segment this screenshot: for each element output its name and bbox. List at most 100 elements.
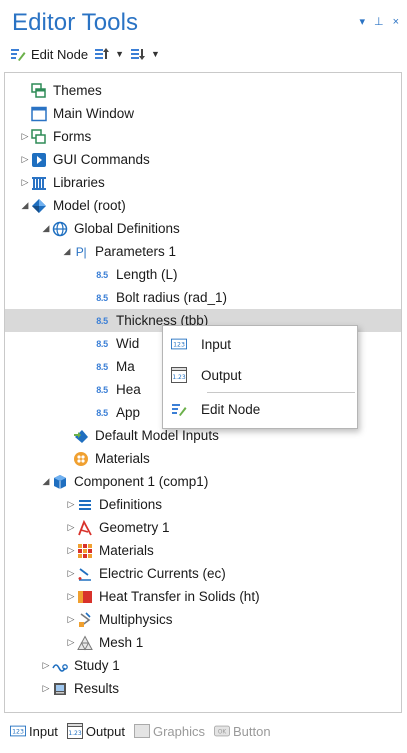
graphics-label: Graphics <box>152 723 205 739</box>
tree-item-parameters[interactable]: ◢ P| Parameters 1 <box>5 240 401 263</box>
expand-icon[interactable]: ▷ <box>65 637 77 648</box>
context-menu-input[interactable]: 123 Input <box>163 330 357 358</box>
move-down-button[interactable]: ▼ <box>130 46 160 62</box>
tree-item-label: Main Window <box>53 106 135 121</box>
expand-icon[interactable]: ▷ <box>40 660 52 671</box>
tree-item-label: Ma <box>116 359 135 374</box>
move-up-button[interactable]: ▼ <box>94 46 124 62</box>
context-menu-label: Input <box>201 336 232 352</box>
tree-item-libraries[interactable]: ▷ Libraries <box>5 171 401 194</box>
bottom-bar: 123 Input 1.23 Output Graphics OK Button <box>10 723 276 739</box>
tree-item-heat-transfer[interactable]: ▷ Heat Transfer in Solids (ht) <box>5 585 401 608</box>
output-field-icon: 1.23 <box>66 723 83 739</box>
output-field-icon: 1.23 <box>171 367 187 383</box>
expand-icon[interactable]: ▷ <box>65 522 77 533</box>
graphics-button[interactable]: Graphics <box>133 723 205 739</box>
tree-item-label: Mesh 1 <box>99 635 144 650</box>
expand-icon[interactable]: ▷ <box>65 614 77 625</box>
parameter-icon: 8.5 <box>96 384 108 395</box>
tree-item-label: Electric Currents (ec) <box>99 566 226 581</box>
input-button[interactable]: 123 Input <box>10 723 58 739</box>
tree-item-definitions[interactable]: ▷ Definitions <box>5 493 401 516</box>
tree-item-label: Results <box>74 681 120 696</box>
parameter-icon: 8.5 <box>96 407 108 418</box>
collapse-icon[interactable]: ◢ <box>40 223 52 234</box>
collapse-icon[interactable]: ◢ <box>19 200 31 211</box>
libraries-icon <box>31 175 47 191</box>
tree-item-label: Forms <box>53 129 92 144</box>
button-button[interactable]: OK Button <box>213 723 271 739</box>
parameter-icon: 8.5 <box>96 269 108 280</box>
window-controls: ▾ ⊥ × <box>359 16 399 28</box>
input-label: Input <box>29 723 58 739</box>
output-button[interactable]: 1.23 Output <box>66 723 125 739</box>
context-menu-label: Output <box>201 367 242 383</box>
tree-item-param-length[interactable]: 8.5 Length (L) <box>5 263 401 286</box>
chevron-down-icon[interactable]: ▼ <box>151 49 160 59</box>
panel-title: Editor Tools <box>12 9 139 36</box>
forms-icon <box>31 128 47 145</box>
expand-icon[interactable]: ▷ <box>19 177 31 188</box>
collapse-icon[interactable]: ◢ <box>61 246 73 257</box>
tree-item-materials[interactable]: ▷ Materials <box>5 539 401 562</box>
edit-node-icon <box>10 46 26 62</box>
tree-item-label: Libraries <box>53 175 105 190</box>
window-icon <box>31 106 47 122</box>
expand-icon[interactable]: ▷ <box>19 154 31 165</box>
tree-item-gui-commands[interactable]: ▷ GUI Commands <box>5 148 401 171</box>
tree-item-forms[interactable]: ▷ Forms <box>5 125 401 148</box>
parameter-icon: 8.5 <box>96 361 108 372</box>
tree-item-themes[interactable]: Themes <box>5 79 401 102</box>
collapse-icon[interactable]: ◢ <box>40 476 52 487</box>
tree-item-multiphysics[interactable]: ▷ Multiphysics <box>5 608 401 631</box>
tree-item-global-definitions[interactable]: ◢ Global Definitions <box>5 217 401 240</box>
dropdown-icon[interactable]: ▾ <box>359 16 365 28</box>
materials-grid-icon <box>77 543 93 559</box>
pin-icon[interactable]: ⊥ <box>374 16 384 28</box>
tree-item-geometry[interactable]: ▷ Geometry 1 <box>5 516 401 539</box>
svg-text:OK: OK <box>218 730 227 736</box>
tree-item-label: Bolt radius (rad_1) <box>116 290 228 305</box>
default-inputs-icon <box>73 428 89 444</box>
tree-item-results[interactable]: ▷ Results <box>5 677 401 700</box>
expand-icon[interactable]: ▷ <box>65 545 77 556</box>
tree-item-global-materials[interactable]: Materials <box>5 447 401 470</box>
expand-icon[interactable]: ▷ <box>19 131 31 142</box>
context-menu-edit-node[interactable]: Edit Node <box>163 395 357 423</box>
expand-icon[interactable]: ▷ <box>65 568 77 579</box>
chevron-down-icon[interactable]: ▼ <box>115 49 124 59</box>
tree-item-model-root[interactable]: ◢ Model (root) <box>5 194 401 217</box>
component-icon <box>52 474 68 490</box>
context-menu: 123 Input 1.23 Output Edit Node <box>162 325 358 429</box>
expand-icon[interactable]: ▷ <box>65 499 77 510</box>
context-menu-output[interactable]: 1.23 Output <box>163 361 357 389</box>
tree-item-component[interactable]: ◢ Component 1 (comp1) <box>5 470 401 493</box>
tree-item-label: Definitions <box>99 497 163 512</box>
tree-item-label: Materials <box>95 451 150 466</box>
close-icon[interactable]: × <box>393 16 399 28</box>
tree-item-label: Hea <box>116 382 141 397</box>
edit-node-label: Edit Node <box>31 46 89 62</box>
output-label: Output <box>85 723 125 739</box>
tree-item-study[interactable]: ▷ Study 1 <box>5 654 401 677</box>
tree-item-param-bolt-radius[interactable]: 8.5 Bolt radius (rad_1) <box>5 286 401 309</box>
move-up-icon <box>94 46 110 62</box>
tree-item-main-window[interactable]: Main Window <box>5 102 401 125</box>
themes-icon <box>31 82 47 99</box>
toolbar: Edit Node ▼ ▼ <box>10 46 160 62</box>
tree-item-label: Multiphysics <box>99 612 173 627</box>
tree-item-label: Model (root) <box>53 198 126 213</box>
tree-item-label: Wid <box>116 336 140 351</box>
graphics-icon <box>133 723 150 739</box>
input-field-icon: 123 <box>10 723 26 739</box>
expand-icon[interactable]: ▷ <box>65 591 77 602</box>
edit-node-button[interactable]: Edit Node <box>10 46 88 62</box>
context-menu-label: Edit Node <box>201 401 261 417</box>
tree-item-label: Themes <box>53 83 102 98</box>
expand-icon[interactable]: ▷ <box>40 683 52 694</box>
tree-item-electric-currents[interactable]: ▷ Electric Currents (ec) <box>5 562 401 585</box>
button-icon: OK <box>213 723 230 739</box>
edit-node-icon <box>171 401 187 417</box>
parameter-icon: 8.5 <box>96 315 108 326</box>
tree-item-mesh[interactable]: ▷ Mesh 1 <box>5 631 401 654</box>
